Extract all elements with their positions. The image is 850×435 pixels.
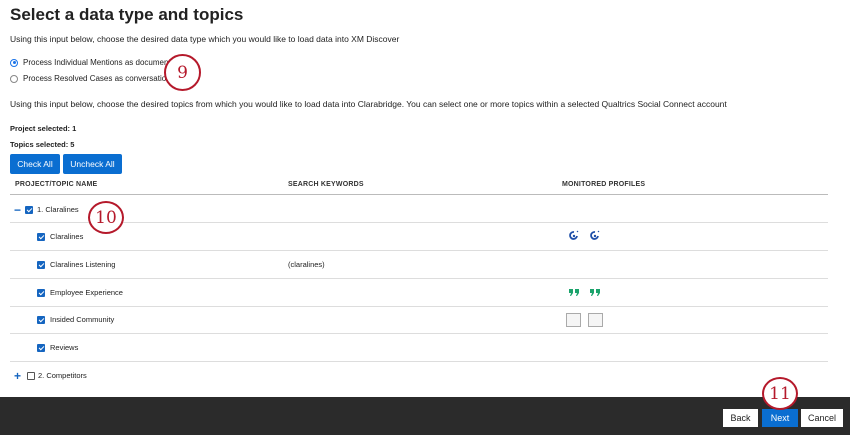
callout-marker-11: 11 <box>762 377 798 410</box>
collapse-icon[interactable]: − <box>14 204 21 216</box>
row-divider <box>10 250 828 251</box>
radio-label: Process Resolved Cases as conversations <box>23 74 175 83</box>
topic-name: Insided Community <box>50 315 115 324</box>
topic-checkbox[interactable] <box>37 289 45 297</box>
topic-name: Employee Experience <box>50 288 123 297</box>
project-checkbox[interactable] <box>25 206 33 214</box>
topic-name: Reviews <box>50 343 79 352</box>
topics-selected-count: Topics selected: 5 <box>10 140 75 149</box>
row-divider <box>10 361 828 362</box>
check-all-button[interactable]: Check All <box>10 154 60 174</box>
uncheck-all-button[interactable]: Uncheck All <box>63 154 122 174</box>
column-header-profiles: MONITORED PROFILES <box>562 181 646 188</box>
radio-button[interactable] <box>10 74 18 83</box>
row-divider <box>10 306 828 307</box>
project-name: 1. Claralines <box>37 205 79 214</box>
topic-keywords: (claralines) <box>288 260 325 269</box>
project-selected-count: Project selected: 1 <box>10 124 77 133</box>
cancel-button[interactable]: Cancel <box>801 409 843 427</box>
column-header-name: PROJECT/TOPIC NAME <box>15 181 98 188</box>
radio-resolved-cases[interactable]: Process Resolved Cases as conversations <box>10 74 175 83</box>
row-divider <box>10 278 828 279</box>
project-name: 2. Competitors <box>38 371 87 380</box>
topic-checkbox[interactable] <box>37 233 45 241</box>
topic-checkbox[interactable] <box>37 316 45 324</box>
broken-image-icon <box>588 313 603 327</box>
row-divider <box>10 222 828 223</box>
green-quote-icon <box>590 289 600 296</box>
callout-marker-9: 9 <box>164 54 201 91</box>
page-title: Select a data type and topics <box>10 5 244 24</box>
blue-swirl-icon <box>590 230 600 240</box>
radio-label: Process Individual Mentions as documents <box>23 58 175 67</box>
broken-image-icon <box>566 313 581 327</box>
topic-checkbox[interactable] <box>37 261 45 269</box>
row-divider <box>10 333 828 334</box>
radio-individual-mentions[interactable]: Process Individual Mentions as documents <box>10 58 175 67</box>
topic-checkbox[interactable] <box>37 344 45 352</box>
topic-name: Claralines Listening <box>50 260 116 269</box>
column-header-keywords: SEARCH KEYWORDS <box>288 181 364 188</box>
topic-name: Claralines <box>50 232 84 241</box>
back-button[interactable]: Back <box>723 409 758 427</box>
green-quote-icon <box>569 289 579 296</box>
next-button[interactable]: Next <box>762 409 798 427</box>
radio-button-selected[interactable] <box>10 58 18 67</box>
callout-marker-10: 10 <box>88 201 124 234</box>
project-checkbox[interactable] <box>27 372 35 380</box>
blue-swirl-icon <box>569 230 579 240</box>
data-type-instructions: Using this input below, choose the desir… <box>10 34 400 44</box>
topics-instructions: Using this input below, choose the desir… <box>10 99 727 109</box>
table-header-divider <box>10 194 828 195</box>
expand-icon[interactable]: + <box>14 370 21 382</box>
